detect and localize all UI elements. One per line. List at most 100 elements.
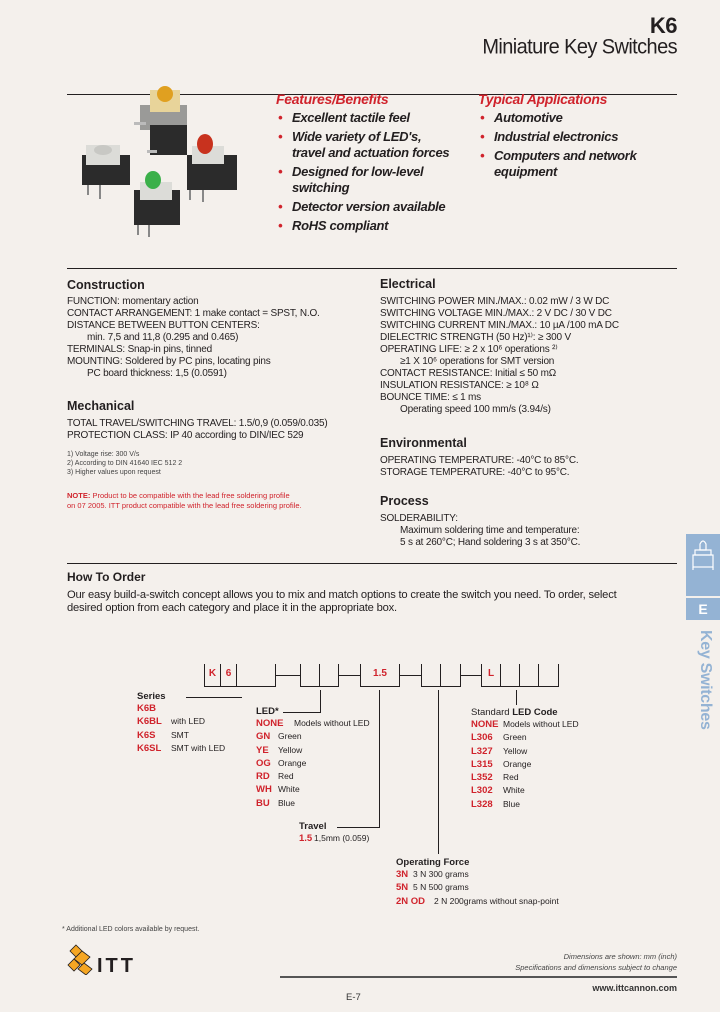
environmental-section: Environmental OPERATING TEMPERATURE: -40…: [380, 436, 680, 479]
disclaimer-line2: Specifications and dimensions subject to…: [515, 963, 677, 972]
code-group-led: [300, 664, 339, 687]
spec-line: DISTANCE BETWEEN BUTTON CENTERS:: [67, 320, 260, 331]
spec-line: TERMINALS: Snap-in pins, tinned: [67, 344, 212, 355]
note-line2: on 07 2005. ITT product compatible with …: [67, 501, 302, 510]
led-code-option: NONE Models without LED: [471, 719, 579, 730]
led-option: NONE Models without LED: [256, 718, 370, 729]
force-leader-v: [438, 690, 439, 854]
code-box[interactable]: K: [205, 664, 221, 686]
disclaimer-line1: Dimensions are shown: mm (inch): [563, 952, 677, 961]
specs-rule: [67, 268, 677, 269]
code-group-travel: 1.5: [360, 664, 400, 687]
how-to-order-intro: Our easy build-a-switch concept allows y…: [67, 589, 617, 614]
construction-heading: Construction: [67, 278, 145, 292]
disclaimer: Dimensions are shown: mm (inch) Specific…: [515, 951, 677, 973]
connector: [400, 675, 421, 676]
code-group-led-code: L: [481, 664, 559, 687]
code-box[interactable]: 1.5: [361, 664, 399, 686]
note-label: NOTE:: [67, 491, 91, 500]
page-title: Miniature Key Switches: [482, 35, 677, 59]
code-box[interactable]: [237, 664, 275, 686]
application-item: Industrial electronics: [478, 129, 678, 145]
series-option: K6BL with LED: [137, 716, 206, 728]
code-group-series: K 6: [204, 664, 276, 687]
code-box[interactable]: [320, 664, 338, 686]
series-option: K6B: [137, 703, 157, 714]
code-box[interactable]: [539, 664, 558, 686]
code-box[interactable]: [422, 664, 441, 686]
led-option: BU Blue: [256, 797, 296, 809]
side-tab-letter[interactable]: E: [686, 598, 720, 620]
spec-line: SWITCHING CURRENT MIN./MAX.: 10 µA /100 …: [380, 320, 619, 331]
connector: [339, 675, 360, 676]
how-to-order-heading: How To Order: [67, 570, 146, 584]
led-legend: LED* NONE Models without LED GN Green YE Ye…: [256, 706, 370, 810]
footer-rule: [280, 976, 677, 978]
led-code-option: L328 Blue: [471, 798, 521, 810]
led-code-leader: [516, 690, 517, 705]
electrical-specs: SWITCHING POWER MIN./MAX.: 0.02 mW / 3 W…: [380, 296, 680, 416]
code-box[interactable]: 6: [221, 664, 237, 686]
code-box[interactable]: [441, 664, 460, 686]
side-tab-icon-box[interactable]: [686, 534, 720, 596]
led-option: RD Red: [256, 771, 294, 783]
footnote: 2) According to DIN 41640 IEC 512 2: [67, 460, 183, 467]
spec-line: TOTAL TRAVEL/SWITCHING TRAVEL: 1.5/0,9 (…: [67, 418, 328, 429]
spec-line: SOLDERABILITY:: [380, 513, 458, 524]
led-code-option: L352 Red: [471, 772, 519, 784]
spec-line: min. 7,5 and 11,8 (0.295 and 0.465): [87, 332, 239, 343]
spec-line: Maximum soldering time and temperature:: [400, 525, 580, 536]
travel-option: 1.5 1,5mm (0.059): [299, 833, 370, 844]
travel-legend: Travel 1.5 1,5mm (0.059): [299, 821, 369, 845]
mechanical-section: Mechanical TOTAL TRAVEL/SWITCHING TRAVEL…: [67, 399, 367, 511]
features-heading: Features/Benefits: [276, 91, 389, 107]
force-option: 3N 3 N 300 grams: [396, 869, 469, 880]
operating-force-legend: Operating Force 3N 3 N 300 grams 5N 5 N 50…: [396, 857, 559, 908]
spec-line: OPERATING LIFE: ≥ 2 x 10⁶ operations ²⁾: [380, 344, 558, 355]
code-group-force: [421, 664, 461, 687]
application-item: Automotive: [478, 110, 678, 126]
code-box[interactable]: L: [482, 664, 501, 686]
mechanical-specs: TOTAL TRAVEL/SWITCHING TRAVEL: 1.5/0,9 (…: [67, 418, 367, 442]
standard-led-code-heading: Standard LED Code: [471, 707, 558, 718]
itt-logo-text: ITT: [97, 955, 136, 977]
lead-free-note: NOTE: Product to be compatible with the …: [67, 491, 367, 511]
switch-green: [134, 171, 180, 237]
construction-section: Construction FUNCTION: momentary action …: [67, 278, 367, 380]
itt-logo-icon: [67, 944, 93, 975]
website-link[interactable]: www.ittcannon.com: [592, 983, 677, 993]
applications-section: Typical Applications Automotive Industri…: [478, 91, 678, 183]
mechanical-heading: Mechanical: [67, 399, 135, 413]
spec-line: BOUNCE TIME: ≤ 1 ms: [380, 392, 481, 403]
series-legend: Series K6B K6BL with LED K6S SMT K6SL SMT w…: [137, 691, 225, 755]
spec-line: Operating speed 100 mm/s (3.94/s): [400, 404, 551, 415]
led-code-option: L327 Yellow: [471, 745, 528, 757]
environmental-heading: Environmental: [380, 436, 467, 450]
product-photo: [82, 86, 237, 237]
spec-line: DIELECTRIC STRENGTH (50 Hz)¹⁾: ≥ 300 V: [380, 332, 571, 343]
footnote: 3) Higher values upon request: [67, 469, 161, 476]
footnote: 1) Voltage rise: 300 V/s: [67, 451, 140, 458]
led-option: YE Yellow: [256, 744, 303, 756]
spec-line: STORAGE TEMPERATURE: -40°C to 95°C.: [380, 467, 570, 478]
applications-heading: Typical Applications: [478, 91, 608, 107]
spec-line: ≥1 X 10⁶ operations for SMT version: [400, 356, 555, 367]
feature-item: RoHS compliant: [276, 218, 476, 234]
spec-line: SWITCHING POWER MIN./MAX.: 0.02 mW / 3 W…: [380, 296, 610, 307]
code-box[interactable]: [301, 664, 320, 686]
series-heading: Series: [137, 691, 166, 702]
code-box[interactable]: [501, 664, 520, 686]
spec-line: MOUNTING: Soldered by PC pins, locating …: [67, 356, 271, 367]
switch-white: [82, 145, 130, 199]
series-option: K6SL SMT with LED: [137, 742, 226, 754]
spec-line: PC board thickness: 1,5 (0.0591): [87, 368, 227, 379]
process-section: Process SOLDERABILITY: Maximum soldering…: [380, 494, 680, 549]
standard-led-code-legend: Standard LED Code NONE Models without LED…: [471, 707, 579, 811]
feature-item: Detector version available: [276, 199, 476, 215]
process-specs: SOLDERABILITY: Maximum soldering time an…: [380, 513, 680, 549]
environmental-specs: OPERATING TEMPERATURE: -40°C to 85°C. ST…: [380, 455, 680, 479]
led-option: WH White: [256, 784, 300, 796]
led-code-option: L306 Green: [471, 732, 527, 744]
code-box[interactable]: [520, 664, 539, 686]
led-heading: LED*: [256, 706, 279, 717]
